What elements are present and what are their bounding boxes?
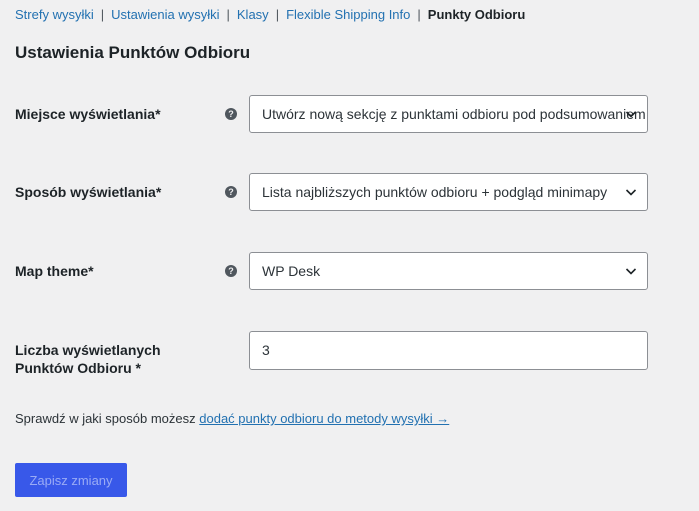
display-place-select[interactable]: Utwórz nową sekcję z punktami odbioru po…	[249, 95, 648, 133]
add-pickup-points-link[interactable]: dodać punkty odbioru do metody wysyłki →	[199, 411, 449, 426]
points-count-label-line2: Punktów Odbioru *	[15, 360, 141, 376]
nav-link-flexible-shipping-info[interactable]: Flexible Shipping Info	[286, 7, 410, 22]
display-place-value: Utwórz nową sekcję z punktami odbioru po…	[262, 106, 646, 122]
display-mode-value: Lista najbliższych punktów odbioru + pod…	[262, 184, 608, 200]
nav-link-classes[interactable]: Klasy	[237, 7, 269, 22]
nav-current-pickup-points: Punkty Odbioru	[427, 7, 526, 22]
nav-link-shipping-settings[interactable]: Ustawienia wysyłki	[111, 7, 219, 22]
section-title: Ustawienia Punktów Odbioru	[15, 43, 251, 62]
points-count-label-line1: Liczba wyświetlanych	[15, 342, 161, 358]
nav-separator: |	[275, 7, 280, 22]
help-note-text: Sprawdź w jaki sposób możesz	[15, 411, 200, 426]
points-count-input[interactable]: 3	[249, 331, 648, 370]
map-theme-value: WP Desk	[262, 263, 321, 279]
question-circle-icon[interactable]: ?	[225, 265, 237, 277]
map-theme-select[interactable]: WP Desk	[249, 252, 648, 290]
nav-separator: |	[100, 7, 105, 22]
save-button[interactable]: Zapisz zmiany	[15, 463, 127, 497]
points-count-label: Liczba wyświetlanych Punktów Odbioru *	[15, 341, 161, 377]
nav-link-shipping-zones[interactable]: Strefy wysyłki	[15, 7, 94, 22]
chevron-down-icon	[625, 268, 637, 275]
chevron-down-icon	[625, 189, 637, 196]
points-count-value: 3	[262, 342, 270, 358]
display-mode-select[interactable]: Lista najbliższych punktów odbioru + pod…	[249, 173, 648, 211]
display-place-label: Miejsce wyświetlania*	[15, 106, 161, 122]
display-mode-label: Sposób wyświetlania*	[15, 184, 162, 200]
nav-separator: |	[226, 7, 230, 22]
help-note: Sprawdź w jaki sposób możesz dodać punkt…	[15, 411, 449, 427]
nav-separator: |	[417, 7, 421, 22]
question-circle-icon[interactable]: ?	[225, 186, 237, 198]
map-theme-label: Map theme*	[15, 263, 94, 279]
shipping-subnav: Strefy wysyłki | Ustawienia wysyłki | Klasy |…	[15, 7, 525, 23]
chevron-down-icon	[625, 111, 637, 118]
question-circle-icon[interactable]: ?	[225, 108, 237, 120]
